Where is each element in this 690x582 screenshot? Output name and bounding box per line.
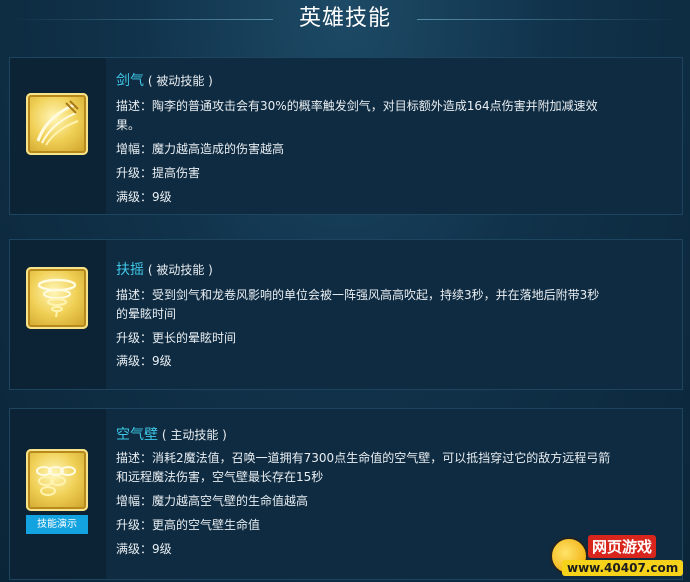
row-value: 消耗2魔法值，召唤一道拥有7300点生命值的空气壁，可以抵挡穿过它的敌方远程弓箭 <box>152 451 611 465</box>
skill-card-fuyao: 扶摇 ( 被动技能 ) 描述：受到剑气和龙卷风影响的单位会被一阵强风高高吹起，持… <box>9 239 683 390</box>
header-divider-right <box>417 19 680 20</box>
site-watermark: 网页游戏 www.40407.com <box>546 531 690 582</box>
row-value: 更高的空气壁生命值 <box>152 518 261 532</box>
watermark-title: 网页游戏 <box>588 535 657 558</box>
row-value: 更长的晕眩时间 <box>152 331 237 345</box>
skill-name: 空气壁 <box>116 427 158 443</box>
air-wall-icon <box>26 449 88 511</box>
row-label: 满级： <box>116 542 153 556</box>
row-label: 满级： <box>116 190 153 204</box>
row-label: 满级： <box>116 354 153 368</box>
row-value: 提高伤害 <box>152 166 201 180</box>
tornado-icon <box>26 267 88 329</box>
skill-type: ( 主动技能 ) <box>161 428 227 442</box>
row-label: 升级： <box>116 166 153 180</box>
skill-name: 扶摇 <box>116 262 144 278</box>
row-label: 升级： <box>116 518 153 532</box>
row-label: 升级： <box>116 331 153 345</box>
skill-name: 剑气 <box>116 73 144 89</box>
skill-icon-box <box>10 58 106 214</box>
row-value-continued: 和远程魔法伤害，空气壁最长存在15秒 <box>116 470 324 484</box>
row-label: 描述： <box>116 451 153 465</box>
section-header: 英雄技能 <box>0 0 690 42</box>
row-value: 9级 <box>152 542 172 556</box>
row-label: 增幅： <box>116 142 153 156</box>
row-value: 魔力越高空气壁的生命值越高 <box>152 494 309 508</box>
row-value: 陶李的普通攻击会有30%的概率触发剑气，对目标额外造成164点伤害并附加减速效 <box>152 99 598 113</box>
row-value: 受到剑气和龙卷风影响的单位会被一阵强风高高吹起，持续3秒，并在落地后附带3秒 <box>152 288 600 302</box>
row-value-continued: 的晕眩时间 <box>116 307 177 321</box>
skill-icon-box <box>10 240 106 389</box>
row-value-continued: 果。 <box>116 118 141 132</box>
row-label: 描述： <box>116 99 153 113</box>
watermark-url: www.40407.com <box>562 560 684 576</box>
skill-type: ( 被动技能 ) <box>147 263 213 277</box>
skill-card-jianqi: 剑气 ( 被动技能 ) 描述：陶李的普通攻击会有30%的概率触发剑气，对目标额外… <box>9 57 683 215</box>
row-value: 9级 <box>152 190 172 204</box>
row-label: 增幅： <box>116 494 153 508</box>
row-label: 描述： <box>116 288 153 302</box>
skill-icon-box: 技能演示 <box>10 409 106 579</box>
row-value: 魔力越高造成的伤害越高 <box>152 142 285 156</box>
row-value: 9级 <box>152 354 172 368</box>
skill-demo-button[interactable]: 技能演示 <box>26 515 88 534</box>
skill-type: ( 被动技能 ) <box>147 74 213 88</box>
sword-slash-icon <box>26 93 88 155</box>
